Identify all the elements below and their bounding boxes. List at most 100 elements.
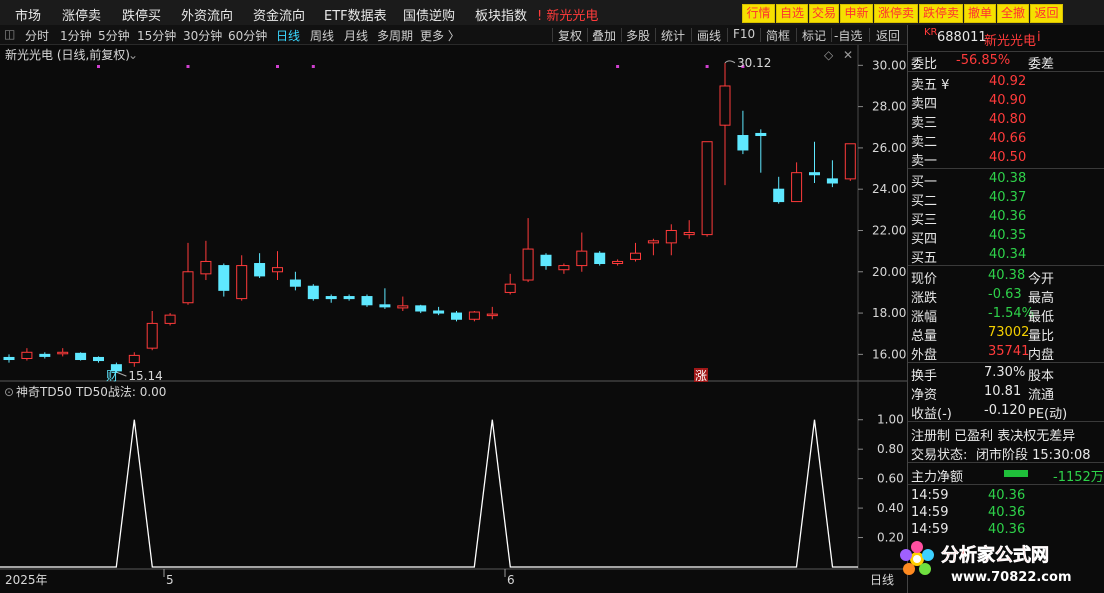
sell-order-row[interactable]: 卖五 ¥ 40.92 bbox=[908, 73, 1104, 93]
tool-remove-watchlist-button[interactable]: -自选 bbox=[834, 27, 862, 44]
candle-body-up bbox=[21, 351, 33, 359]
candle-body-up bbox=[647, 240, 659, 244]
menu-item-limit-down-buy[interactable]: 跌停买 bbox=[122, 5, 161, 24]
candle bbox=[522, 218, 534, 283]
period-tab-weekly[interactable]: 周线 bbox=[310, 27, 334, 44]
stat-row[interactable]: 涨幅 -1.54% 最低 bbox=[908, 305, 1104, 325]
stat-row[interactable]: 现价 40.38 今开 bbox=[908, 267, 1104, 287]
quick-button-cancel[interactable]: 撤单 bbox=[964, 4, 996, 23]
stat-value: -0.63 bbox=[988, 287, 1022, 302]
sell-order-row[interactable]: 卖二 40.66 bbox=[908, 130, 1104, 150]
candle-body-down bbox=[289, 279, 301, 287]
candle bbox=[218, 263, 230, 297]
main-flow-label: 主力净额 bbox=[911, 470, 964, 485]
sell-order-row[interactable]: 卖四 40.90 bbox=[908, 92, 1104, 112]
toolbar-divider bbox=[621, 28, 622, 42]
fundamental-label: 换手 bbox=[911, 369, 938, 384]
tool-f10-button[interactable]: F10 bbox=[733, 27, 755, 41]
weibi-value: -56.85% bbox=[956, 53, 1011, 68]
tick-price: 40.36 bbox=[988, 488, 1026, 503]
candle-body-up bbox=[504, 283, 516, 293]
buy-order-row[interactable]: 买四 40.35 bbox=[908, 227, 1104, 247]
menu-item-repo[interactable]: 国债逆购 bbox=[403, 5, 455, 24]
period-tab-15min[interactable]: 15分钟 bbox=[137, 27, 176, 44]
collapse-icon[interactable]: ◫ bbox=[4, 27, 15, 41]
event-limit-up-marker[interactable]: 涨 bbox=[695, 368, 707, 383]
candle bbox=[594, 251, 606, 266]
period-tab-minute[interactable]: 分时 bbox=[25, 27, 49, 44]
menu-item-foreign-flow[interactable]: 外资流向 bbox=[181, 5, 233, 24]
tool-draw-button[interactable]: 画线 bbox=[697, 27, 721, 44]
tick-time: 14:59 bbox=[911, 488, 949, 503]
buy-order-row[interactable]: 买一 40.38 bbox=[908, 170, 1104, 190]
buy-level-label: 买五 bbox=[911, 251, 938, 266]
sell-order-row[interactable]: 卖一 40.50 bbox=[908, 149, 1104, 169]
period-tab-1min[interactable]: 1分钟 bbox=[60, 27, 92, 44]
td50-line bbox=[0, 419, 858, 568]
tick-time: 14:59 bbox=[911, 522, 949, 537]
candle-body-up bbox=[719, 85, 731, 126]
quick-button-watchlist[interactable]: 自选 bbox=[776, 4, 808, 23]
period-tab-multi[interactable]: 多周期 bbox=[377, 27, 413, 44]
quick-button-ipo[interactable]: 申新 bbox=[840, 4, 873, 23]
indicator-collapse-icon[interactable]: ⊙ bbox=[4, 385, 14, 399]
stat-row[interactable]: 总量 73002 量比 bbox=[908, 324, 1104, 344]
market-tag: KR bbox=[924, 27, 938, 38]
fundamental-row[interactable]: 收益(-) -0.120 PE(动) bbox=[908, 402, 1104, 422]
tool-adjust-button[interactable]: 复权 bbox=[558, 27, 582, 44]
stat-row[interactable]: 涨跌 -0.63 最高 bbox=[908, 286, 1104, 306]
menu-item-sector-index[interactable]: 板块指数 bbox=[475, 5, 527, 24]
quick-button-limit-up-sell[interactable]: 涨停卖 bbox=[874, 4, 918, 23]
fundamental-row[interactable]: 净资 10.81 流通 bbox=[908, 383, 1104, 403]
tool-back-button[interactable]: 返回 bbox=[876, 27, 900, 44]
quick-button-quote[interactable]: 行情 bbox=[742, 4, 775, 23]
close-icon[interactable]: ✕ bbox=[843, 48, 853, 62]
weicha-label: 委差 bbox=[1028, 57, 1055, 72]
sell-order-row[interactable]: 卖三 40.80 bbox=[908, 111, 1104, 131]
quick-button-cancel-all[interactable]: 全撤 bbox=[997, 4, 1029, 23]
tool-stats-button[interactable]: 统计 bbox=[661, 27, 685, 44]
buy-order-row[interactable]: 买三 40.36 bbox=[908, 208, 1104, 228]
stat-row[interactable]: 外盘 35741 内盘 bbox=[908, 343, 1104, 363]
sell-price: 40.90 bbox=[989, 93, 1027, 108]
fundamental-value: 10.81 bbox=[984, 384, 1022, 399]
top-menu-bar: 市场 涨停卖 跌停买 外资流向 资金流向 ETF数据表 国债逆购 板块指数 ! … bbox=[0, 0, 1104, 27]
toolbar-divider bbox=[587, 28, 588, 42]
max-price-leader bbox=[724, 60, 736, 64]
menu-item-limit-up-sell[interactable]: 涨停卖 bbox=[62, 5, 101, 24]
tool-mark-button[interactable]: 标记 bbox=[802, 27, 826, 44]
quick-button-limit-down-sell[interactable]: 跌停卖 bbox=[919, 4, 963, 23]
tool-overlay-button[interactable]: 叠加 bbox=[592, 27, 616, 44]
period-tab-monthly[interactable]: 月线 bbox=[344, 27, 368, 44]
candle-body-up bbox=[57, 351, 69, 355]
event-financial-marker[interactable]: 财 bbox=[106, 369, 118, 383]
kline-chart[interactable]: 新光光电 (日线,前复权) ⌄ ◇ ✕ 30.00 28.00 26.00 24.00… bbox=[0, 45, 907, 593]
quick-button-back[interactable]: 返回 bbox=[1030, 4, 1063, 23]
toolbar-divider bbox=[831, 28, 832, 42]
fundamental-row[interactable]: 换手 7.30% 股本 bbox=[908, 364, 1104, 384]
buy-order-row[interactable]: 买二 40.37 bbox=[908, 189, 1104, 209]
toolbar-divider bbox=[552, 28, 553, 42]
candle bbox=[576, 232, 588, 272]
menu-item-etf-table[interactable]: ETF数据表 bbox=[324, 5, 387, 24]
menu-item-fund-flow[interactable]: 资金流向 bbox=[253, 5, 305, 24]
diamond-icon[interactable]: ◇ bbox=[824, 48, 834, 62]
chart-dropdown-icon[interactable]: ⌄ bbox=[128, 48, 138, 62]
candle bbox=[844, 143, 856, 181]
tool-simple-frame-button[interactable]: 简框 bbox=[766, 27, 790, 44]
sell-level-label: 卖五 ¥ bbox=[911, 78, 950, 93]
period-tab-daily[interactable]: 日线 bbox=[276, 27, 300, 44]
period-tab-30min[interactable]: 30分钟 bbox=[183, 27, 222, 44]
candles-layer bbox=[3, 62, 856, 373]
period-tab-5min[interactable]: 5分钟 bbox=[98, 27, 130, 44]
candle bbox=[683, 220, 695, 239]
menu-item-market[interactable]: 市场 bbox=[15, 5, 41, 24]
price-tick-label: 22.00 bbox=[872, 223, 906, 237]
tool-multi-stock-button[interactable]: 多股 bbox=[626, 27, 650, 44]
buy-order-row[interactable]: 买五 40.34 bbox=[908, 246, 1104, 266]
max-price-label: 30.12 bbox=[737, 56, 771, 70]
period-tab-more[interactable]: 更多 〉 bbox=[420, 27, 460, 44]
quick-button-trade[interactable]: 交易 bbox=[809, 4, 839, 23]
stock-info-icon[interactable]: i bbox=[1037, 30, 1041, 45]
period-tab-60min[interactable]: 60分钟 bbox=[228, 27, 267, 44]
